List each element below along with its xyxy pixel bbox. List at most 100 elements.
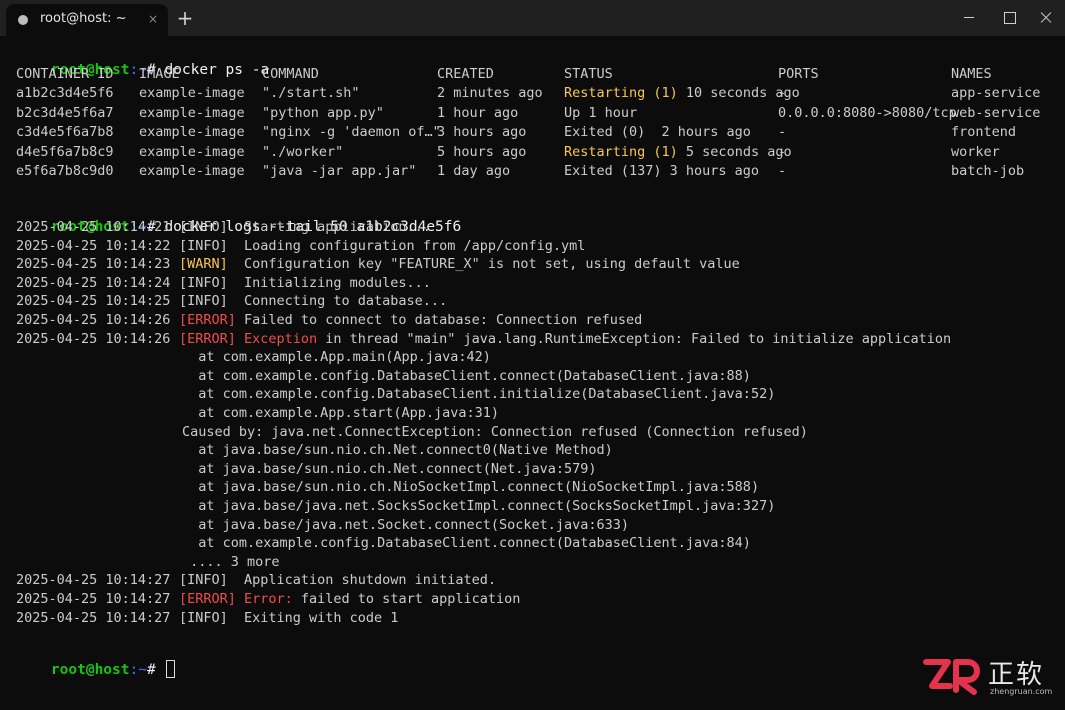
container-command: "./start.sh" (262, 85, 360, 101)
created-time: 2 minutes ago (437, 85, 543, 101)
log-message-text: Starting application... (244, 219, 431, 235)
container-id: b2c3d4e5f6a7 (16, 104, 114, 121)
log-timestamp: 2025-04-25 10:14:24 (16, 274, 171, 291)
table-header-cell: CONTAINER ID (16, 66, 114, 82)
container-status: Exited (137) 3 hours ago (564, 162, 759, 181)
log-level: [ERROR] (179, 591, 236, 607)
log-message: Exception in thread "main" java.lang.Run… (244, 330, 951, 349)
status-detail: 5 seconds ago (677, 143, 792, 160)
tab-title: root@host: ~ (40, 11, 127, 26)
terminal-output[interactable]: root@host:~# docker ps -a CONTAINER ID IM… (0, 36, 1065, 710)
command-line-current[interactable]: root@host:~# (16, 640, 176, 678)
log-level: [INFO] (179, 572, 228, 589)
table-header-cell: IMAGE (139, 66, 180, 82)
prompt-path: :~ (129, 662, 147, 678)
log-message-text: Loading configuration from /app/config.y… (244, 237, 586, 254)
command-line-ps: root@host:~# docker ps -a (16, 40, 269, 78)
created-time: 1 day ago (437, 163, 511, 179)
stack-trace-text: at java.base/sun.nio.ch.Net.connect(Net.… (182, 460, 597, 477)
table-header-cell: CREATED (437, 66, 494, 82)
container-status: Restarting (1) 10 seconds ago (564, 84, 800, 103)
container-command: "./worker" (262, 143, 344, 160)
log-timestamp: 2025-04-25 10:14:22 (16, 237, 171, 254)
created-time: 3 hours ago (437, 124, 527, 140)
log-message: Starting application... (244, 218, 431, 237)
stack-trace-text: at com.example.config.DatabaseClient.con… (182, 535, 751, 552)
title-bar: root@host: ~ × + (0, 0, 1065, 36)
log-level: [INFO] (179, 219, 228, 235)
log-level: [INFO] (179, 293, 228, 310)
log-timestamp: 2025-04-25 10:14:27 (16, 609, 171, 626)
log-message-text: Failed to connect to database: Connectio… (244, 312, 643, 328)
log-message: Configuration key "FEATURE_X" is not set… (244, 255, 740, 274)
stack-trace-text: at com.example.App.start(App.java:31) (182, 405, 499, 421)
container-command: "python app.py" (262, 104, 384, 121)
container-ports: - (778, 163, 787, 179)
container-name: batch-job (951, 163, 1025, 179)
log-message: Error: failed to start application (244, 590, 520, 609)
prompt-user-host: root@host (50, 662, 130, 678)
log-timestamp: 2025-04-25 10:14:27 (16, 591, 171, 607)
log-level: [WARN] (179, 256, 228, 273)
command-text: docker ps -a (164, 62, 270, 78)
container-id: c3d4e5f6a7b8 (16, 124, 114, 140)
watermark: 正软 zhengruan.com (922, 654, 1062, 706)
container-id: a1b2c3d4e5f6 (16, 85, 114, 101)
log-message-text: Exiting with code 1 (244, 609, 399, 626)
stack-trace-text: at java.base/java.net.Socket.connect(Soc… (182, 516, 630, 533)
stack-trace-text: at com.example.App.main(App.java:42) (182, 349, 491, 366)
text-cursor (166, 660, 176, 678)
status-detail: Up 1 hour (564, 104, 638, 121)
log-message: Connecting to database... (244, 292, 447, 311)
stack-trace-text: at com.example.config.DatabaseClient.con… (182, 367, 751, 384)
log-timestamp: 2025-04-25 10:14:27 (16, 572, 171, 589)
container-ports: - (778, 124, 787, 140)
log-level: [INFO] (179, 237, 228, 254)
container-ports: - (778, 85, 787, 101)
log-level: [ERROR] (179, 330, 236, 347)
log-message-text: failed to start application (292, 591, 521, 607)
log-level: [INFO] (179, 609, 228, 626)
tab-status-icon (18, 15, 28, 25)
log-timestamp: 2025-04-25 10:14:26 (16, 330, 171, 347)
created-time: 5 hours ago (437, 143, 527, 160)
terminal-tab[interactable]: root@host: ~ × (6, 4, 168, 36)
status-detail: Exited (137) 3 hours ago (564, 163, 760, 179)
container-id: d4e5f6a7b8c9 (16, 143, 114, 160)
image-name: example-image (139, 85, 245, 101)
image-name: example-image (139, 104, 245, 121)
table-header-cell: PORTS (778, 66, 819, 82)
close-window-button[interactable] (1022, 0, 1065, 36)
image-name: example-image (139, 124, 245, 140)
log-error-keyword: Error: (244, 591, 293, 607)
image-name: example-image (139, 163, 245, 179)
log-timestamp: 2025-04-25 10:14:26 (16, 312, 171, 328)
stack-trace-text: at java.base/java.net.SocksSocketImpl.co… (182, 498, 776, 514)
stack-trace-text: Caused by: java.net.ConnectException: Co… (182, 423, 808, 440)
zr-logo-icon (923, 659, 980, 695)
watermark-brand: 正软 (988, 660, 1045, 690)
container-name: app-service (951, 85, 1041, 101)
log-level: [ERROR] (179, 312, 236, 328)
container-command: "java -jar app.jar" (262, 163, 417, 179)
log-timestamp: 2025-04-25 10:14:25 (16, 293, 171, 310)
log-message-text: Connecting to database... (244, 293, 448, 310)
log-message: Loading configuration from /app/config.y… (244, 237, 585, 256)
stack-trace-text: at java.base/sun.nio.ch.Net.connect0(Nat… (182, 442, 613, 459)
watermark-domain: zhengruan.com (990, 687, 1053, 696)
container-status: Exited (0) 2 hours ago (564, 123, 751, 142)
log-timestamp: 2025-04-25 10:14:21 (16, 219, 171, 235)
container-name: worker (951, 143, 1000, 160)
table-header-cell: NAMES (951, 66, 992, 82)
stack-trace-text: at java.base/sun.nio.ch.NioSocketImpl.co… (182, 479, 760, 496)
log-message: Application shutdown initiated. (244, 571, 496, 590)
created-time: 1 hour ago (437, 104, 519, 121)
tab-close-icon[interactable]: × (144, 10, 162, 28)
container-status: Up 1 hour (564, 104, 637, 123)
log-message-text: Initializing modules... (244, 274, 431, 291)
log-message-text: in thread "main" java.lang.RuntimeExcept… (317, 330, 952, 347)
log-timestamp: 2025-04-25 10:14:23 (16, 256, 171, 273)
container-id: e5f6a7b8c9d0 (16, 163, 114, 179)
new-tab-button[interactable]: + (166, 4, 204, 34)
container-command: "nginx -g 'daemon of…" (262, 124, 441, 140)
